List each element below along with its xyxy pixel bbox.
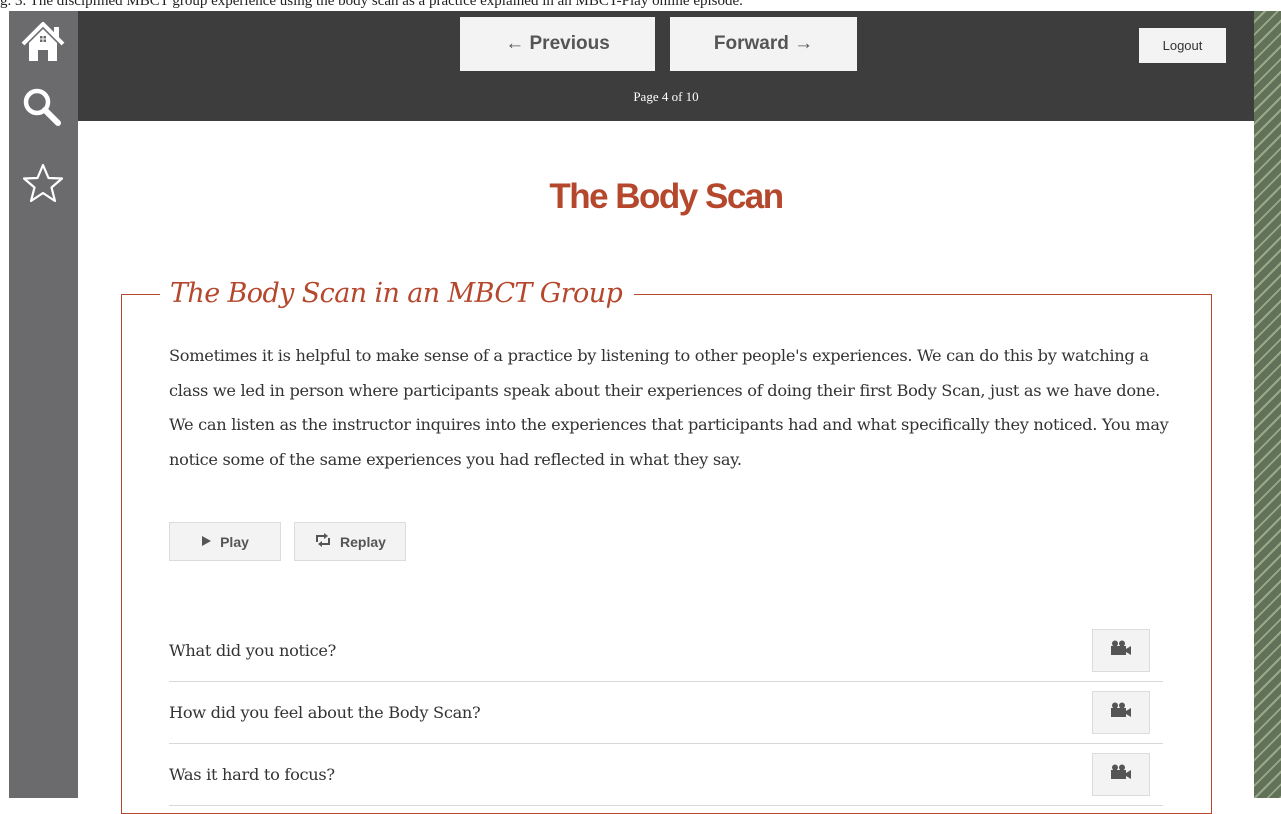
question-row: Was it hard to focus? [169, 744, 1163, 806]
replay-button-label: Replay [340, 533, 386, 550]
section-body-text: Sometimes it is helpful to make sense of… [169, 346, 1169, 469]
replay-button[interactable]: Replay [294, 522, 406, 561]
question-text: How did you feel about the Body Scan? [169, 703, 481, 722]
play-icon [201, 534, 212, 550]
page-indicator: Page 4 of 10 [633, 89, 699, 104]
top-navigation-bar: ← Previous Forward → Page 4 of 10 Logout [78, 11, 1254, 121]
play-button[interactable]: Play [169, 522, 281, 561]
video-button[interactable] [1092, 753, 1150, 796]
video-button[interactable] [1092, 629, 1150, 672]
previous-button[interactable]: ← Previous [460, 17, 655, 71]
search-icon[interactable] [20, 85, 66, 131]
video-camera-icon [1110, 640, 1132, 661]
forward-button[interactable]: Forward → [670, 17, 857, 71]
home-icon[interactable] [20, 19, 66, 65]
video-button[interactable] [1092, 691, 1150, 734]
video-camera-icon [1110, 702, 1132, 723]
play-button-label: Play [220, 533, 249, 550]
replay-icon [314, 533, 332, 550]
video-camera-icon [1110, 764, 1132, 785]
question-text: Was it hard to focus? [169, 765, 335, 784]
star-icon[interactable] [20, 161, 66, 207]
question-row: How did you feel about the Body Scan? [169, 682, 1163, 744]
decorative-stripe-border [1254, 11, 1281, 798]
question-text: What did you notice? [169, 641, 337, 660]
logout-button[interactable]: Logout [1139, 28, 1226, 63]
page-title: The Body Scan [549, 177, 784, 216]
caption-text: g. 3. The disciplined MBCT group experie… [0, 0, 743, 9]
section-heading: The Body Scan in an MBCT Group [160, 274, 635, 314]
sidebar [9, 11, 78, 798]
question-row: What did you notice? [169, 620, 1163, 682]
